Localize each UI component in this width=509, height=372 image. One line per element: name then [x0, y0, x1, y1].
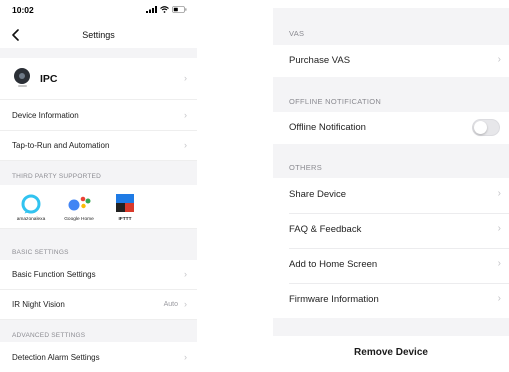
offline-notification-row: Offline Notification [273, 112, 509, 144]
section-title-vas: VAS [289, 29, 305, 38]
toggle-knob [474, 121, 487, 134]
ir-night-vision-row[interactable]: IR Night Vision Auto › [0, 290, 197, 320]
chevron-right-icon: › [497, 54, 501, 65]
firmware-information-label: Firmware Information [289, 294, 379, 305]
faq-feedback-row[interactable]: FAQ & Feedback › [273, 213, 509, 248]
offline-notification-label: Offline Notification [289, 122, 366, 133]
firmware-information-row[interactable]: Firmware Information › [273, 283, 509, 318]
faq-feedback-label: FAQ & Feedback [289, 224, 362, 235]
third-party-row: amazonalexa Google Home IFTTT [0, 185, 197, 229]
detection-alarm-label: Detection Alarm Settings [12, 353, 100, 362]
alexa-tile[interactable]: amazonalexa [8, 191, 54, 225]
add-home-screen-row[interactable]: Add to Home Screen › [273, 248, 509, 283]
section-title: THIRD PARTY SUPPORTED [12, 173, 101, 180]
tap-to-run-label: Tap-to-Run and Automation [12, 141, 110, 150]
chevron-right-icon: › [184, 269, 187, 279]
remove-device-button[interactable]: Remove Device [273, 336, 509, 372]
section-header-advanced: ADVANCED SETTINGS [0, 320, 197, 342]
section-title: BASIC SETTINGS [12, 249, 69, 256]
status-time: 10:02 [12, 5, 34, 15]
google-home-icon [68, 196, 91, 211]
ifttt-tile[interactable]: IFTTT [102, 191, 148, 225]
offline-notification-toggle[interactable] [472, 119, 500, 136]
settings-screen-scrolled: VAS Purchase VAS › OFFLINE NOTIFICATION … [273, 8, 509, 372]
chevron-right-icon: › [497, 188, 501, 199]
chevron-right-icon: › [184, 352, 187, 362]
share-device-label: Share Device [289, 189, 347, 200]
basic-function-row[interactable]: Basic Function Settings › [0, 260, 197, 290]
section-header-basic: BASIC SETTINGS [0, 229, 197, 260]
chevron-right-icon: › [184, 73, 187, 83]
status-bar: 10:02 [0, 0, 197, 22]
device-information-row[interactable]: Device Information › [0, 100, 197, 131]
alexa-caption: amazonalexa [16, 217, 46, 222]
camera-icon [14, 68, 30, 84]
ifttt-caption: IFTTT [118, 217, 132, 222]
purchase-vas-row[interactable]: Purchase VAS › [273, 45, 509, 77]
chevron-right-icon: › [184, 110, 187, 120]
purchase-vas-label: Purchase VAS [289, 55, 351, 66]
ir-night-vision-value: Auto [163, 301, 178, 308]
tap-to-run-row[interactable]: Tap-to-Run and Automation › [0, 131, 197, 161]
section-title-others: OTHERS [289, 163, 323, 172]
ifttt-icon [116, 194, 134, 212]
basic-function-label: Basic Function Settings [12, 270, 96, 279]
nav-bar: Settings [0, 22, 197, 48]
battery-icon [172, 6, 187, 13]
signal-icon [146, 6, 157, 13]
chevron-right-icon: › [184, 140, 187, 150]
page-title: Settings [82, 30, 115, 40]
chevron-right-icon: › [497, 258, 501, 269]
share-device-row[interactable]: Share Device › [273, 178, 509, 213]
status-icons [146, 6, 187, 13]
section-title-offline: OFFLINE NOTIFICATION [289, 97, 382, 106]
others-list: Share Device › FAQ & Feedback › Add to H… [273, 178, 509, 318]
detection-alarm-row[interactable]: Detection Alarm Settings › [0, 342, 197, 372]
device-name: IPC [40, 73, 58, 85]
remove-device-label: Remove Device [354, 347, 428, 358]
section-header-third-party: THIRD PARTY SUPPORTED [0, 161, 197, 185]
device-information-label: Device Information [12, 111, 79, 120]
section-title: ADVANCED SETTINGS [12, 332, 86, 339]
camera-stand [18, 85, 27, 87]
wifi-icon [160, 6, 169, 13]
section-gap [0, 48, 197, 58]
device-header-row[interactable]: IPC › [0, 58, 197, 100]
google-home-tile[interactable]: Google Home [56, 191, 102, 225]
google-home-caption: Google Home [64, 217, 94, 222]
chevron-right-icon: › [497, 223, 501, 234]
ir-night-vision-label: IR Night Vision [12, 300, 65, 309]
chevron-right-icon: › [184, 299, 187, 309]
settings-screen: 10:02 Settings IPC › Device Information … [0, 0, 197, 372]
chevron-right-icon: › [497, 293, 501, 304]
add-home-screen-label: Add to Home Screen [289, 259, 378, 270]
amazon-alexa-icon [21, 194, 41, 214]
